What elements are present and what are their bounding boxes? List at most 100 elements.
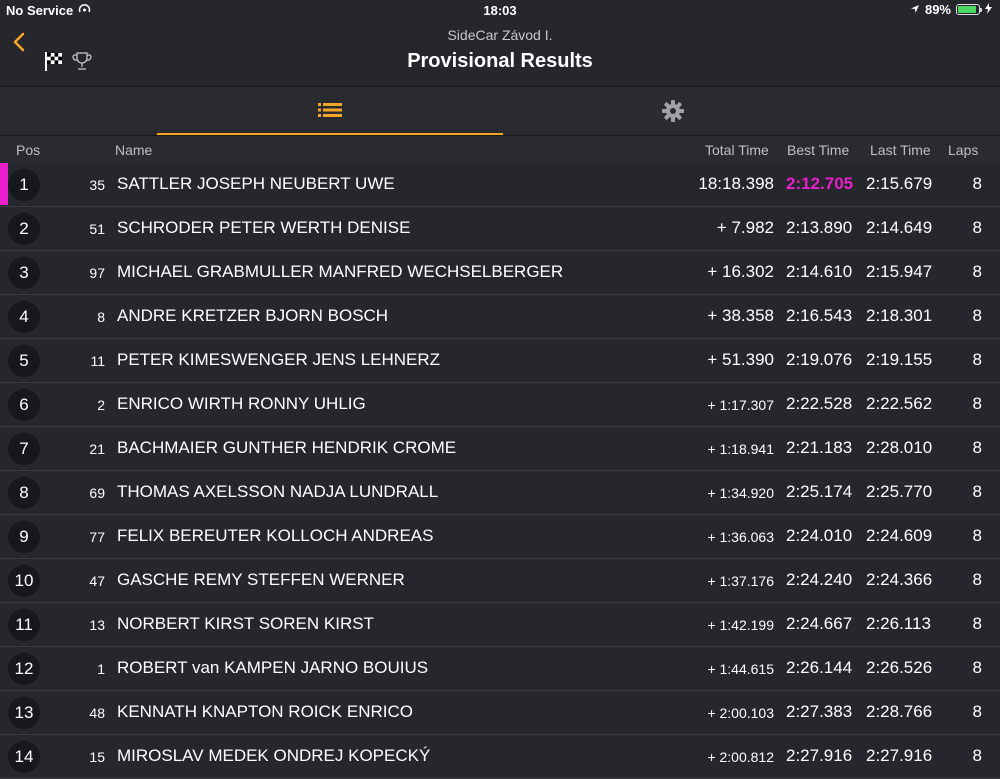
navigation-bar: SideCar Závod I. Provisional Results [0,20,1000,87]
result-row[interactable]: 9 77 FELIX BEREUTER KOLLOCH ANDREAS + 1:36.… [0,515,1000,559]
rider-name: PETER KIMESWENGER JENS LEHNERZ [117,350,441,369]
position-badge: 12 [8,653,40,685]
battery-percent: 89% [924,2,951,17]
last-time: 2:25.770 [866,482,933,501]
last-time: 2:26.526 [866,658,933,677]
rider-name: SCHRODER PETER WERTH DENISE [117,218,411,237]
rider-name: MIROSLAV MEDEK ONDREJ KOPECKÝ [117,746,431,765]
rider-name: NORBERT KIRST SOREN KIRST [117,614,374,633]
tab-results-list[interactable] [157,87,503,135]
result-row[interactable]: 3 97 MICHAEL GRABMULLER MANFRED WECHSELBER… [0,251,1000,295]
position-badge: 11 [8,609,40,641]
last-time: 2:15.947 [866,262,933,281]
total-time: + 1:37.176 [707,573,774,589]
best-time: 2:24.667 [786,614,853,633]
laps-count: 8 [972,482,982,501]
total-time: + 51.390 [707,350,774,369]
laps-count: 8 [972,702,982,721]
position-badge: 9 [8,521,40,553]
result-row[interactable]: 14 15 MIROSLAV MEDEK ONDREJ KOPECKÝ + 2:00.… [0,735,1000,779]
result-row[interactable]: 8 69 THOMAS AXELSSON NADJA LUNDRALL + 1:34.… [0,471,1000,515]
results-list: 1 35 SATTLER JOSEPH NEUBERT UWE 18:18.398 2:… [0,163,1000,779]
rider-number: 47 [89,573,105,589]
result-row[interactable]: 7 21 BACHMAIER GUNTHER HENDRIK CROME + 1:18… [0,427,1000,471]
best-time: 2:24.240 [786,570,853,589]
best-time: 2:27.383 [786,702,853,721]
rider-number: 2 [97,397,105,413]
best-time: 2:21.183 [786,438,853,457]
rider-number: 35 [89,177,105,193]
header-last-time: Last Time [870,142,931,158]
rider-name: FELIX BEREUTER KOLLOCH ANDREAS [117,526,434,545]
result-row[interactable]: 2 51 SCHRODER PETER WERTH DENISE + 7.982 2:1… [0,207,1000,251]
header-laps: Laps [948,142,979,158]
position-badge: 4 [8,301,40,333]
result-row[interactable]: 6 2 ENRICO WIRTH RONNY UHLIG + 1:17.307 2:22… [0,383,1000,427]
laps-count: 8 [972,614,982,633]
total-time: 18:18.398 [698,174,774,193]
gear-icon [662,100,684,122]
laps-count: 8 [972,262,982,281]
header-name: Name [115,142,153,158]
last-time: 2:28.766 [866,702,933,721]
position-badge: 5 [8,345,40,377]
last-time: 2:27.916 [866,746,933,765]
result-row[interactable]: 10 47 GASCHE REMY STEFFEN WERNER + 1:37.176… [0,559,1000,603]
rider-name: KENNATH KNAPTON ROICK ENRICO [117,702,413,721]
result-row[interactable]: 4 8 ANDRE KRETZER BJORN BOSCH + 38.358 2:16.… [0,295,1000,339]
battery-fill [958,6,976,13]
position-badge: 1 [8,169,40,201]
location-icon [910,2,920,17]
position-badge: 3 [8,257,40,289]
charging-icon [985,2,992,17]
rider-name: ENRICO WIRTH RONNY UHLIG [117,394,366,413]
tab-settings[interactable] [503,87,843,135]
position-badge: 14 [8,741,40,773]
laps-count: 8 [972,746,982,765]
result-row[interactable]: 1 35 SATTLER JOSEPH NEUBERT UWE 18:18.398 2:… [0,163,1000,207]
total-time: + 1:42.199 [707,617,774,633]
tab-bar [0,87,1000,136]
rider-number: 69 [89,485,105,501]
rider-name: BACHMAIER GUNTHER HENDRIK CROME [117,438,457,457]
best-time: 2:27.916 [786,746,853,765]
position-badge: 8 [8,477,40,509]
header-best-time: Best Time [787,142,850,158]
total-time: + 1:17.307 [707,397,774,413]
best-time: 2:25.174 [786,482,853,501]
list-icon [318,103,342,117]
result-row[interactable]: 5 11 PETER KIMESWENGER JENS LEHNERZ + 51.39… [0,339,1000,383]
position-badge: 2 [8,213,40,245]
result-row[interactable]: 13 48 KENNATH KNAPTON ROICK ENRICO + 2:00.1… [0,691,1000,735]
best-time: 2:24.010 [786,526,853,545]
laps-count: 8 [972,174,982,193]
best-time: 2:16.543 [786,306,853,325]
column-headers: Pos Name Total Time Best Time Last Time … [0,136,1000,163]
rider-number: 21 [89,441,105,457]
rider-number: 48 [89,705,105,721]
battery-icon [956,4,982,15]
header-pos: Pos [16,142,41,158]
hotspot-icon [78,3,91,18]
rider-name: THOMAS AXELSSON NADJA LUNDRALL [117,482,439,501]
status-right: 89% [910,2,992,17]
result-row[interactable]: 11 13 NORBERT KIRST SOREN KIRST + 1:42.199 2… [0,603,1000,647]
best-time: 2:19.076 [786,350,853,369]
rider-name: GASCHE REMY STEFFEN WERNER [117,570,405,589]
laps-count: 8 [972,218,982,237]
rider-name: ROBERT van KAMPEN JARNO BOUIUS [117,658,429,677]
position-badge: 7 [8,433,40,465]
last-time: 2:22.562 [866,394,933,413]
laps-count: 8 [972,438,982,457]
best-time: 2:22.528 [786,394,853,413]
position-badge: 13 [8,697,40,729]
rider-name: MICHAEL GRABMULLER MANFRED WECHSELBERGER [117,262,564,281]
position-badge: 10 [8,565,40,597]
event-subtitle: SideCar Závod I. [447,27,553,43]
total-time: + 1:34.920 [707,485,774,501]
header-total-time: Total Time [705,142,769,158]
status-left: No Service [6,3,91,18]
last-time: 2:19.155 [866,350,933,369]
best-time: 2:26.144 [786,658,853,677]
result-row[interactable]: 12 1 ROBERT van KAMPEN JARNO BOUIUS + 1:44.… [0,647,1000,691]
